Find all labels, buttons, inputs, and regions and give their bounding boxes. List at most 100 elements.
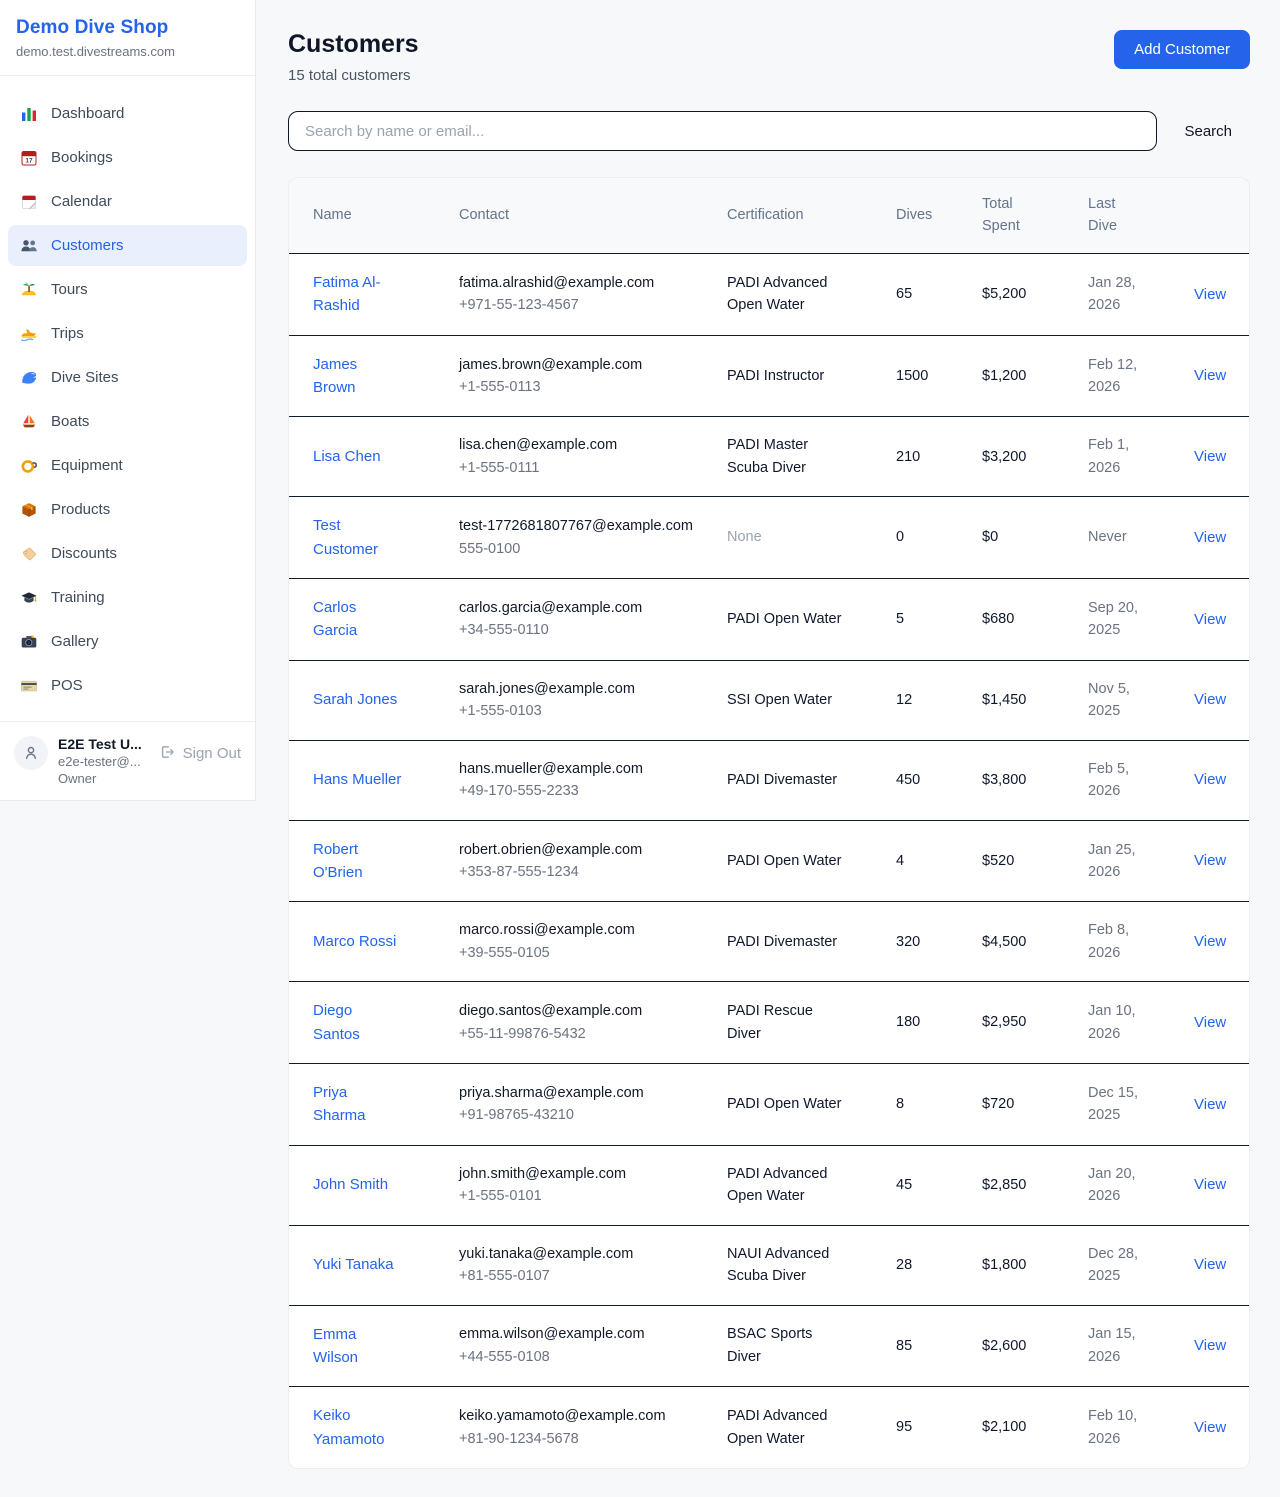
speedboat-icon [20,325,38,343]
customer-dives: 5 [884,579,970,661]
customer-contact: james.brown@example.com+1-555-0113 [447,335,715,417]
sidebar-item-tours[interactable]: Tours [8,269,247,310]
view-customer-link[interactable]: View [1194,691,1226,708]
sidebar-item-label: Bookings [51,149,113,166]
customer-last-dive: Nov 5, 2025 [1076,660,1182,740]
customer-last-dive: Feb 10, 2026 [1076,1387,1182,1468]
view-customer-link[interactable]: View [1194,611,1226,628]
add-customer-button[interactable]: Add Customer [1114,30,1250,69]
customer-name-link[interactable]: Marco Rossi [313,930,396,953]
customer-name-link[interactable]: Priya Sharma [313,1081,403,1128]
customer-certification: PADI Divemaster [715,740,884,820]
customer-name-link[interactable]: Yuki Tanaka [313,1253,394,1276]
page-header-text: Customers 15 total customers [288,30,419,84]
sidebar-item-training[interactable]: Training [8,577,247,618]
view-customer-link[interactable]: View [1194,1337,1226,1354]
view-customer-link[interactable]: View [1194,1096,1226,1113]
sign-out-icon [159,744,177,762]
customer-name-link[interactable]: Hans Mueller [313,768,401,791]
avatar [14,736,48,770]
sidebar-item-dashboard[interactable]: Dashboard [8,93,247,134]
credit-card-icon [20,677,38,695]
search-button[interactable]: Search [1184,123,1232,140]
table-header-row: NameContactCertificationDivesTotal Spent… [289,178,1249,253]
view-customer-link[interactable]: View [1194,933,1226,950]
view-customer-link[interactable]: View [1194,448,1226,465]
bar-chart-icon [20,105,38,123]
package-icon [20,501,38,519]
customer-contact: test-1772681807767@example.com555-0100 [447,497,715,579]
customer-contact: carlos.garcia@example.com+34-555-0110 [447,579,715,661]
table-row: James Brown james.brown@example.com+1-555… [289,335,1249,417]
customers-icon [20,237,38,255]
search-row: Search [288,111,1250,151]
view-customer-link[interactable]: View [1194,1256,1226,1273]
customer-dives: 8 [884,1064,970,1146]
customer-dives: 95 [884,1387,970,1468]
customer-certification: None [715,497,884,579]
sidebar-item-bookings[interactable]: 17Bookings [8,137,247,178]
customer-name-link[interactable]: Lisa Chen [313,445,381,468]
sidebar-item-label: Training [51,589,105,606]
customer-certification: PADI Open Water [715,579,884,661]
customer-certification: PADI Instructor [715,335,884,417]
customer-total-spent: $3,800 [970,740,1076,820]
view-customer-link[interactable]: View [1194,1014,1226,1031]
customer-name-link[interactable]: John Smith [313,1173,388,1196]
customer-total-spent: $1,450 [970,660,1076,740]
sidebar-item-products[interactable]: Products [8,489,247,530]
customer-name-link[interactable]: Carlos Garcia [313,596,403,643]
customer-total-spent: $1,200 [970,335,1076,417]
sidebar-item-label: Calendar [51,193,112,210]
sidebar-item-pos[interactable]: POS [8,665,247,706]
customer-name-link[interactable]: Fatima Al-Rashid [313,271,403,318]
view-customer-link[interactable]: View [1194,1419,1226,1436]
view-customer-link[interactable]: View [1194,771,1226,788]
customer-name-link[interactable]: James Brown [313,353,403,400]
customer-dives: 450 [884,740,970,820]
search-input[interactable] [288,111,1157,151]
sidebar-item-label: Customers [51,237,124,254]
table-row: Robert O'Brien robert.obrien@example.com+… [289,820,1249,902]
sidebar-item-trips[interactable]: Trips [8,313,247,354]
sidebar-item-label: Products [51,501,110,518]
customer-contact: emma.wilson@example.com+44-555-0108 [447,1305,715,1387]
sidebar-item-dive-sites[interactable]: Dive Sites [8,357,247,398]
sidebar-item-label: Boats [51,413,89,430]
customer-last-dive: Feb 8, 2026 [1076,902,1182,982]
brand-name: Demo Dive Shop [16,17,239,39]
customer-dives: 210 [884,417,970,497]
customer-total-spent: $0 [970,497,1076,579]
view-customer-link[interactable]: View [1194,852,1226,869]
sidebar-item-customers[interactable]: Customers [8,225,247,266]
customer-total-spent: $2,100 [970,1387,1076,1468]
sign-out-button[interactable]: Sign Out [159,744,241,762]
diving-mask-icon [20,457,38,475]
customer-total-spent: $5,200 [970,253,1076,335]
customer-total-spent: $680 [970,579,1076,661]
customer-contact: hans.mueller@example.com+49-170-555-2233 [447,740,715,820]
view-customer-link[interactable]: View [1194,367,1226,384]
sidebar-item-calendar[interactable]: Calendar [8,181,247,222]
customer-name-link[interactable]: Emma Wilson [313,1323,403,1370]
view-customer-link[interactable]: View [1194,529,1226,546]
customer-name-link[interactable]: Sarah Jones [313,688,397,711]
customer-contact: fatima.alrashid@example.com+971-55-123-4… [447,253,715,335]
sidebar-item-equipment[interactable]: Equipment [8,445,247,486]
customer-last-dive: Jan 15, 2026 [1076,1305,1182,1387]
table-row: Yuki Tanakayuki.tanaka@example.com+81-55… [289,1225,1249,1305]
customer-contact: robert.obrien@example.com+353-87-555-123… [447,820,715,902]
sidebar-item-boats[interactable]: Boats [8,401,247,442]
view-customer-link[interactable]: View [1194,1176,1226,1193]
view-customer-link[interactable]: View [1194,286,1226,303]
customer-total-spent: $4,500 [970,902,1076,982]
sidebar-item-gallery[interactable]: Gallery [8,621,247,662]
brand-block: Demo Dive Shop demo.test.divestreams.com [0,0,255,76]
customer-total-spent: $720 [970,1064,1076,1146]
customer-name-link[interactable]: Test Customer [313,514,403,561]
sidebar-nav: Dashboard17Bookings Calendar Customers Tour… [0,76,255,721]
customer-name-link[interactable]: Diego Santos [313,999,403,1046]
customer-name-link[interactable]: Keiko Yamamoto [313,1404,403,1451]
customer-name-link[interactable]: Robert O'Brien [313,838,403,885]
sidebar-item-discounts[interactable]: Discounts [8,533,247,574]
